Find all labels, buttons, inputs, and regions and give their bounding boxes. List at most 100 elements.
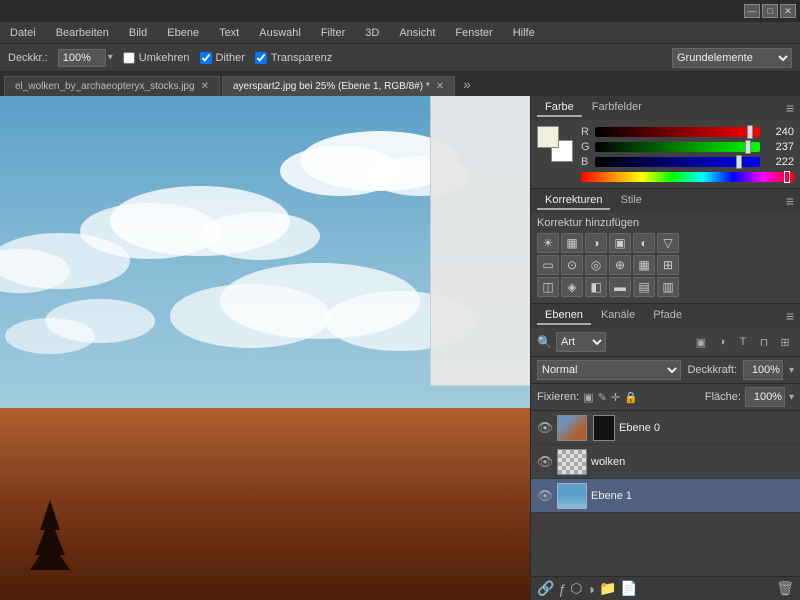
add-mask-icon[interactable]: ⬡ [570, 580, 582, 597]
umkehren-checkbox[interactable] [123, 52, 135, 64]
layers-panel-menu[interactable]: ≡ [786, 308, 794, 324]
correction-colorbalance[interactable]: ▭ [537, 255, 559, 275]
umkehren-group: Umkehren [123, 52, 190, 64]
menu-ansicht[interactable]: Ansicht [395, 25, 439, 41]
blue-slider[interactable] [595, 157, 760, 167]
fix-move-icon[interactable]: ✛ [611, 391, 620, 404]
correction-hsl[interactable]: ▽ [657, 233, 679, 253]
correction-bw[interactable]: ⊙ [561, 255, 583, 275]
new-layer-icon[interactable]: 📄 [620, 580, 637, 597]
tab-more-button[interactable]: » [457, 76, 477, 92]
tab-pfade[interactable]: Pfade [645, 307, 690, 325]
correction-levels[interactable]: ▦ [561, 233, 583, 253]
new-adjustment-icon[interactable]: ◑ [586, 581, 594, 597]
minimize-button[interactable]: — [744, 4, 760, 18]
correction-extra2[interactable]: ▥ [657, 277, 679, 297]
correction-threshold[interactable]: ◈ [561, 277, 583, 297]
tab-wolken-close[interactable]: ✕ [201, 81, 209, 92]
menu-auswahl[interactable]: Auswahl [255, 25, 305, 41]
correction-colorlookup[interactable]: ▦ [633, 255, 655, 275]
flaeche-value-input[interactable] [745, 387, 785, 407]
fix-transparency-icon[interactable]: ▣ [583, 391, 593, 404]
add-style-icon[interactable]: ƒ [558, 581, 566, 597]
correction-extra1[interactable]: ▤ [633, 277, 655, 297]
correction-vibrance[interactable]: ◐ [633, 233, 655, 253]
tab-korrekturen[interactable]: Korrekturen [537, 192, 610, 210]
fix-all-icon[interactable]: 🔒 [624, 391, 638, 404]
tab-kanale[interactable]: Kanäle [593, 307, 643, 325]
close-button[interactable]: ✕ [780, 4, 796, 18]
red-slider[interactable] [595, 127, 760, 137]
correction-invert[interactable]: ⊞ [657, 255, 679, 275]
tab-farbfelder[interactable]: Farbfelder [584, 99, 650, 117]
color-swatches[interactable] [537, 126, 573, 162]
corrections-title: Korrektur hinzufügen [537, 217, 794, 229]
blue-thumb[interactable] [736, 155, 742, 169]
layer-eye-ebene1[interactable]: 👁 [537, 488, 553, 504]
transparenz-checkbox[interactable] [255, 52, 267, 64]
green-slider-row: G 237 [581, 141, 794, 153]
foreground-color-swatch[interactable] [537, 126, 559, 148]
color-controls: R 240 G 237 [531, 120, 800, 188]
tab-stile[interactable]: Stile [612, 192, 649, 210]
layer-filter-pixel[interactable]: ▣ [692, 333, 710, 351]
blend-mode-select[interactable]: Normal [537, 360, 681, 380]
corrections-controls: Korrektur hinzufügen ☀ ▦ ◑ ▣ ◐ ▽ ▭ ⊙ ◎ ⊕… [531, 213, 800, 303]
menu-fenster[interactable]: Fenster [451, 25, 496, 41]
menu-hilfe[interactable]: Hilfe [509, 25, 539, 41]
correction-curves[interactable]: ◑ [585, 233, 607, 253]
tab-ayers-close[interactable]: ✕ [436, 81, 444, 92]
grundelemente-select[interactable]: Grundelemente [672, 48, 792, 68]
color-spectrum[interactable] [581, 172, 794, 182]
opacity-value-input[interactable] [743, 360, 783, 380]
correction-brightness[interactable]: ☀ [537, 233, 559, 253]
red-thumb[interactable] [747, 125, 753, 139]
menu-text[interactable]: Text [215, 25, 243, 41]
tab-farbe[interactable]: Farbe [537, 99, 582, 117]
menu-ebene[interactable]: Ebene [163, 25, 203, 41]
correction-selectivecolor[interactable]: ▬ [609, 277, 631, 297]
layer-eye-wolken[interactable]: 👁 [537, 454, 553, 470]
title-bar: — □ ✕ [0, 0, 800, 22]
maximize-button[interactable]: □ [762, 4, 778, 18]
delete-layer-icon[interactable]: 🗑 [776, 580, 794, 597]
green-slider[interactable] [595, 142, 760, 152]
layer-bottom-toolbar: 🔗 ƒ ⬡ ◑ 📁 📄 🗑 [531, 576, 800, 600]
layer-item-ebene1[interactable]: 👁 Ebene 1 [531, 479, 800, 513]
correction-gradmap[interactable]: ◧ [585, 277, 607, 297]
menu-bild[interactable]: Bild [125, 25, 151, 41]
green-thumb[interactable] [745, 140, 751, 154]
window-controls[interactable]: — □ ✕ [744, 4, 796, 18]
correction-posterize[interactable]: ◫ [537, 277, 559, 297]
link-layers-icon[interactable]: 🔗 [537, 580, 554, 597]
layer-filter-shape[interactable]: ⊓ [755, 333, 773, 351]
corrections-panel-menu[interactable]: ≡ [786, 193, 794, 209]
menu-datei[interactable]: Datei [6, 25, 40, 41]
layer-eye-ebene0[interactable]: 👁 [537, 420, 553, 436]
layer-filter-adjust[interactable]: ◑ [713, 333, 731, 351]
menu-3d[interactable]: 3D [361, 25, 383, 41]
menu-filter[interactable]: Filter [317, 25, 349, 41]
tab-wolken[interactable]: el_wolken_by_archaeopteryx_stocks.jpg ✕ [4, 76, 220, 96]
color-panel-menu[interactable]: ≡ [786, 100, 794, 116]
color-slider-area: R 240 G 237 [581, 126, 794, 182]
correction-photofilter[interactable]: ◎ [585, 255, 607, 275]
correction-channelmix[interactable]: ⊕ [609, 255, 631, 275]
layer-item-ebene0[interactable]: 👁 Ebene 0 [531, 411, 800, 445]
tab-ebenen[interactable]: Ebenen [537, 307, 591, 325]
fix-brush-icon[interactable]: ✎ [598, 391, 607, 404]
dither-checkbox[interactable] [200, 52, 212, 64]
opacity-dropdown-arrow[interactable]: ▾ [789, 365, 794, 376]
opacity-input[interactable] [58, 49, 106, 67]
flaeche-dropdown-arrow[interactable]: ▾ [789, 392, 794, 403]
filter-type-select[interactable]: Art [556, 332, 606, 352]
new-group-icon[interactable]: 📁 [599, 580, 616, 597]
layer-filter-type[interactable]: T [734, 333, 752, 351]
opacity-arrow[interactable]: ▾ [108, 52, 113, 63]
menu-bearbeiten[interactable]: Bearbeiten [52, 25, 113, 41]
layer-item-wolken[interactable]: 👁 wolken [531, 445, 800, 479]
layer-filter-smart[interactable]: ⊞ [776, 333, 794, 351]
correction-exposure[interactable]: ▣ [609, 233, 631, 253]
tab-ayers[interactable]: ayerspart2.jpg bei 25% (Ebene 1, RGB/8#)… [222, 76, 455, 96]
corrections-section: Korrekturen Stile ≡ Korrektur hinzufügen… [531, 189, 800, 304]
